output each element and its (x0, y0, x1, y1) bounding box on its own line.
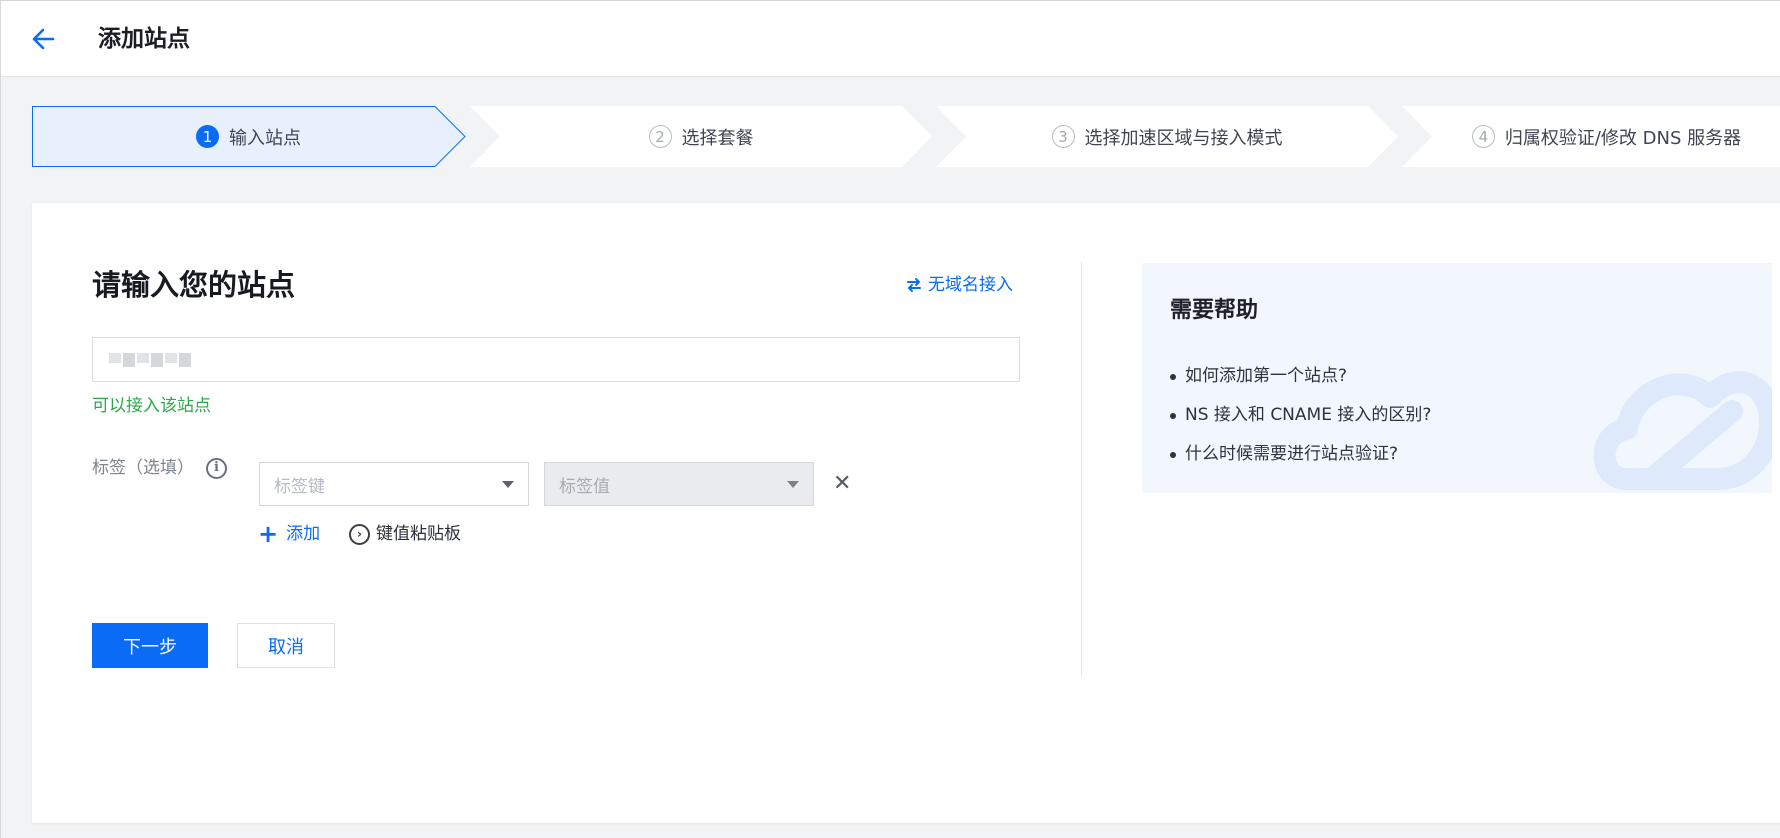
blurred-site-value (109, 352, 191, 367)
add-tag-button[interactable]: + 添加 (258, 522, 320, 546)
help-links: 如何添加第一个站点? NS 接入和 CNAME 接入的区别? 什么时候需要进行站… (1170, 357, 1431, 474)
step-3-number: 3 (1051, 125, 1075, 148)
tag-value-placeholder: 标签值 (559, 476, 610, 497)
step-2-label: 选择套餐 (681, 127, 754, 149)
no-domain-access-link[interactable]: 无域名接入 (906, 273, 1013, 297)
main-card: 请输入您的站点 无域名接入 可以接入该站点 标签（选填） i 标签键 标签值 ✕… (32, 203, 1780, 823)
cloud-icon (1593, 371, 1772, 490)
help-link[interactable]: 如何添加第一个站点? (1170, 357, 1431, 396)
vertical-divider (1081, 262, 1082, 677)
step-1[interactable]: 1 输入站点 (32, 106, 465, 167)
step-4-number: 4 (1471, 125, 1495, 148)
step-progress: 1 输入站点 2 选择套餐 3 选择加速区域与接入模式 4 归属权验证/修改 D… (32, 106, 1780, 167)
tag-label: 标签（选填） i (92, 456, 227, 480)
page: 添加站点 1 输入站点 2 选择套餐 3 选择加速区域与接入模式 4 归属权验证 (0, 0, 1780, 838)
plus-icon: + (258, 520, 279, 548)
cancel-button[interactable]: 取消 (237, 623, 335, 668)
chevron-down-icon (787, 480, 799, 488)
help-panel: 需要帮助 如何添加第一个站点? NS 接入和 CNAME 接入的区别? 什么时候… (1142, 263, 1772, 493)
step-1-number: 1 (196, 125, 219, 148)
chevron-right-circle-icon: › (349, 523, 370, 545)
form-title: 请输入您的站点 (92, 268, 296, 302)
step-3[interactable]: 3 选择加速区域与接入模式 (966, 106, 1368, 167)
help-link[interactable]: 什么时候需要进行站点验证? (1170, 435, 1431, 474)
tag-key-placeholder: 标签键 (274, 476, 325, 497)
step-2-number: 2 (648, 125, 672, 148)
tag-value-select[interactable]: 标签值 (544, 462, 814, 506)
step-4-label: 归属权验证/修改 DNS 服务器 (1504, 127, 1742, 149)
top-header: 添加站点 (1, 0, 1780, 77)
site-input[interactable] (92, 337, 1020, 382)
key-value-paste-label: 键值粘贴板 (376, 524, 461, 544)
tag-key-select[interactable]: 标签键 (259, 462, 529, 506)
key-value-paste-button[interactable]: › 键值粘贴板 (349, 522, 461, 546)
add-tag-label: 添加 (286, 524, 321, 544)
info-icon[interactable]: i (206, 457, 227, 479)
page-title: 添加站点 (98, 26, 190, 52)
next-step-button[interactable]: 下一步 (92, 623, 208, 668)
back-button[interactable] (29, 25, 57, 53)
chevron-down-icon (502, 480, 514, 488)
help-title: 需要帮助 (1170, 298, 1259, 323)
arrow-left-icon (32, 28, 55, 50)
site-status-text: 可以接入该站点 (92, 396, 211, 416)
no-domain-access-label: 无域名接入 (928, 275, 1013, 295)
step-3-label: 选择加速区域与接入模式 (1084, 127, 1283, 149)
step-4[interactable]: 4 归属权验证/修改 DNS 服务器 (1432, 106, 1780, 167)
tag-label-text: 标签（选填） (92, 458, 194, 478)
step-1-label: 输入站点 (229, 127, 301, 149)
close-icon[interactable]: ✕ (833, 473, 851, 495)
help-link[interactable]: NS 接入和 CNAME 接入的区别? (1170, 396, 1431, 435)
step-2[interactable]: 2 选择套餐 (500, 106, 902, 167)
swap-icon (907, 278, 921, 292)
